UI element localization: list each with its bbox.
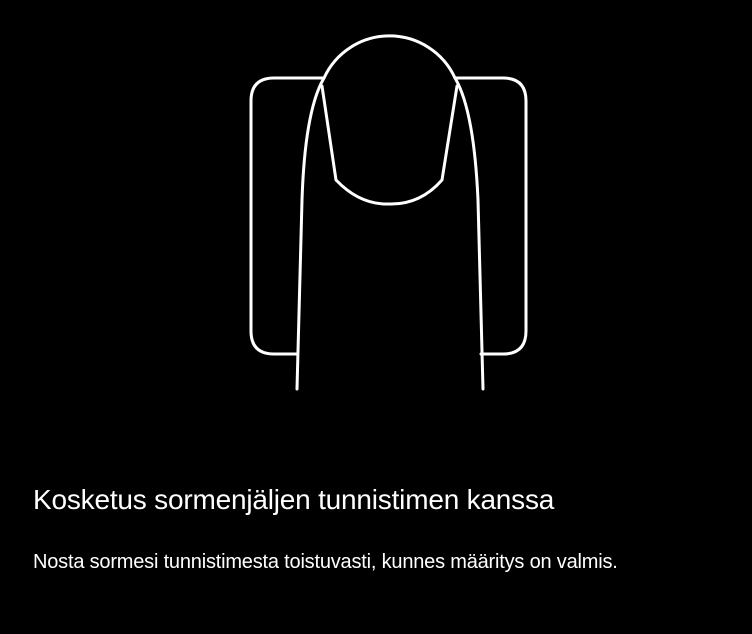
page-title: Kosketus sormenjäljen tunnistimen kanssa (33, 484, 555, 515)
fingernail-icon (320, 84, 459, 206)
sensor-outline-right (453, 76, 528, 356)
instruction-text: Nosta sormesi tunnistimesta toistuvasti,… (33, 551, 618, 573)
fingerprint-sensor-illustration (249, 34, 528, 391)
sensor-outline-left (249, 76, 326, 356)
